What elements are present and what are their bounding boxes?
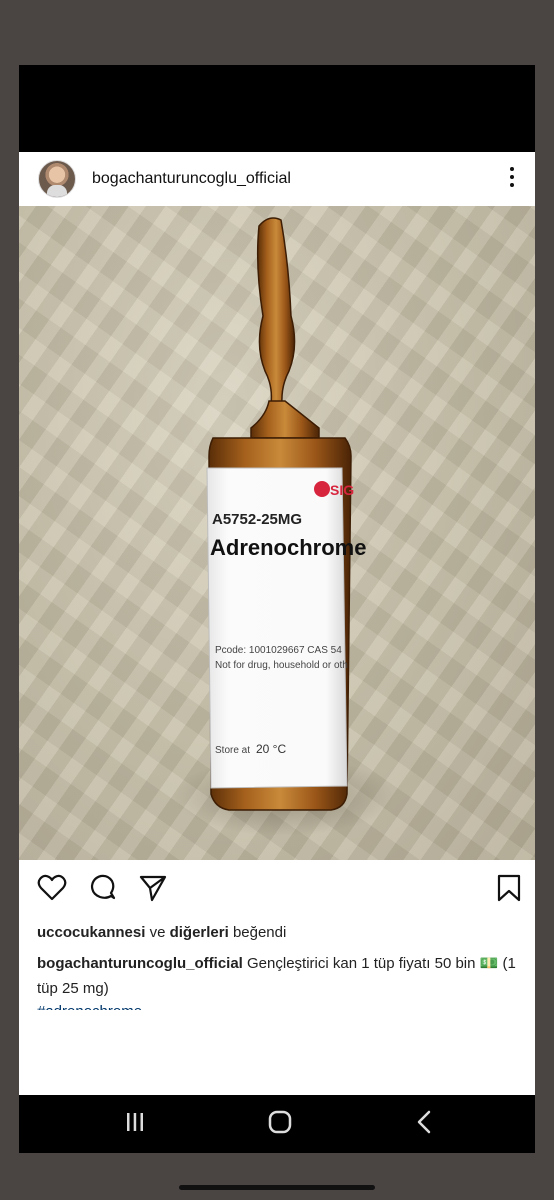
avatar[interactable] xyxy=(38,160,76,198)
likes-suffix: beğendi xyxy=(232,924,287,941)
post-caption: bogachanturuncoglu_official Gençleştiric… xyxy=(37,951,517,1001)
label-brand: SIG xyxy=(330,482,354,498)
liker-username[interactable]: uccocukannesi xyxy=(37,924,145,941)
bookmark-icon[interactable] xyxy=(493,872,525,904)
send-icon[interactable] xyxy=(137,872,169,904)
likes-connector: ve xyxy=(149,924,166,941)
post-header: bogachanturuncoglu_official xyxy=(19,152,535,206)
label-pcode: Pcode: 1001029667 CAS 54 xyxy=(215,645,342,656)
post-action-bar xyxy=(19,860,535,916)
label-warning: Not for drug, household or oth xyxy=(215,660,348,671)
likes-others[interactable]: diğerleri xyxy=(170,924,229,941)
back-icon[interactable] xyxy=(410,1107,440,1137)
android-nav-bar xyxy=(19,1095,535,1153)
post-username[interactable]: bogachanturuncoglu_official xyxy=(92,170,291,188)
caption-hashtag[interactable]: #adrenochrome xyxy=(37,1000,142,1010)
instagram-post: bogachanturuncoglu_official SIG A5752-25… xyxy=(19,152,535,1095)
recents-icon[interactable] xyxy=(120,1107,150,1137)
home-icon[interactable] xyxy=(265,1107,295,1137)
home-indicator[interactable] xyxy=(179,1185,375,1190)
heart-icon[interactable] xyxy=(36,872,68,904)
label-store-temp: 20 °C xyxy=(256,742,286,756)
phone-screen: bogachanturuncoglu_official SIG A5752-25… xyxy=(19,65,535,1153)
label-product-name: Adrenochrome xyxy=(210,535,366,560)
comment-icon[interactable] xyxy=(87,872,119,904)
more-vertical-icon[interactable] xyxy=(505,162,519,192)
money-emoji: 💵 xyxy=(479,955,499,972)
label-store: Store at xyxy=(215,745,250,756)
caption-text: Gençleştirici kan 1 tüp fiyatı 50 bin xyxy=(247,955,476,972)
label-product-code: A5752-25MG xyxy=(212,511,302,528)
post-photo[interactable]: SIG A5752-25MG Adrenochrome Pcode: 10010… xyxy=(19,206,535,860)
ampoule-image: SIG A5752-25MG Adrenochrome Pcode: 10010… xyxy=(174,217,394,836)
caption-author[interactable]: bogachanturuncoglu_official xyxy=(37,955,243,972)
likes-line: uccocukannesi ve diğerleri beğendi xyxy=(37,924,286,941)
